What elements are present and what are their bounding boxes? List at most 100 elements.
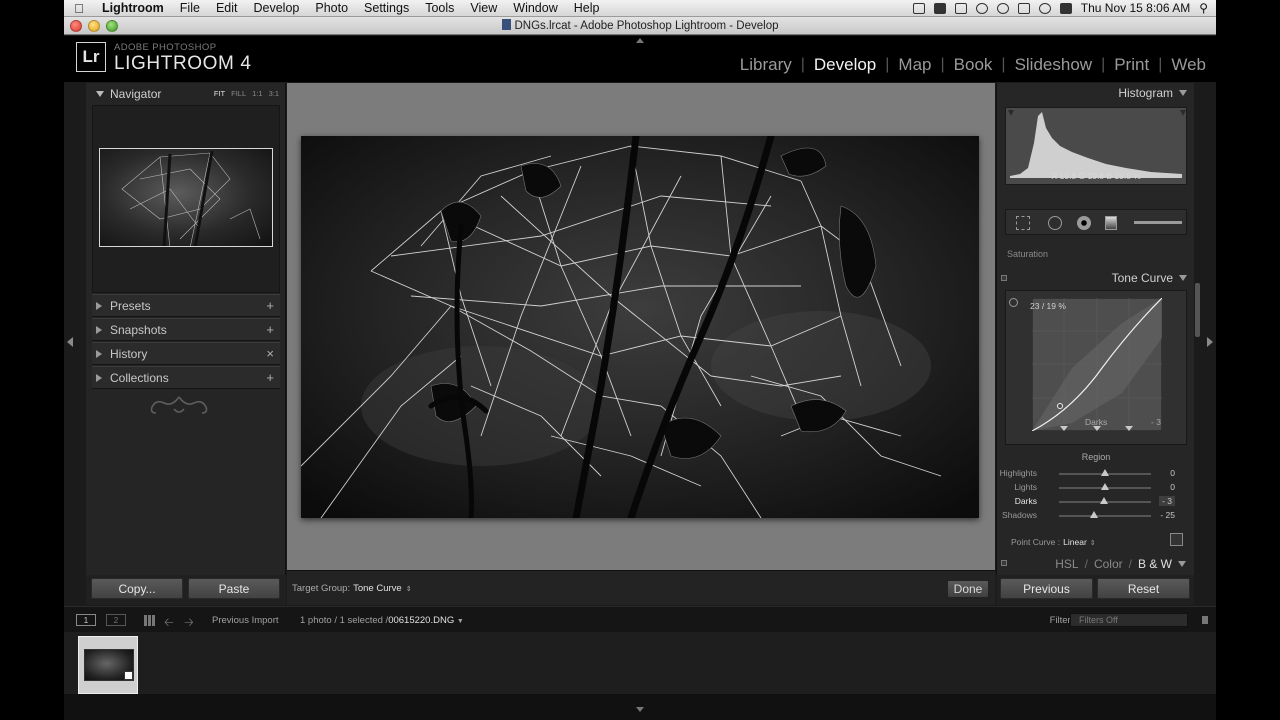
drive-icon[interactable] bbox=[933, 2, 946, 14]
zoom-3-1[interactable]: 3:1 bbox=[269, 89, 279, 98]
target-group[interactable]: Target Group: Tone Curve ⇕ bbox=[292, 583, 412, 594]
module-web[interactable]: Web bbox=[1171, 55, 1206, 75]
reset-button[interactable]: Reset bbox=[1097, 578, 1190, 599]
close-window-button[interactable] bbox=[70, 20, 82, 32]
module-develop[interactable]: Develop bbox=[814, 55, 876, 75]
histogram-header[interactable]: Histogram bbox=[997, 83, 1194, 103]
tab-color[interactable]: Color bbox=[1094, 557, 1123, 571]
saturation-slider[interactable]: Saturation bbox=[1007, 249, 1187, 259]
navigator-thumbnail[interactable] bbox=[99, 148, 273, 247]
filmstrip-source[interactable]: Previous Import bbox=[212, 615, 279, 626]
menu-help[interactable]: Help bbox=[566, 0, 608, 17]
menu-app[interactable]: Lightroom bbox=[94, 0, 172, 17]
menu-tools[interactable]: Tools bbox=[417, 0, 462, 17]
top-panel-toggle-icon[interactable] bbox=[636, 38, 644, 43]
slider-thumb[interactable] bbox=[1089, 511, 1098, 518]
module-library[interactable]: Library bbox=[740, 55, 792, 75]
menu-settings[interactable]: Settings bbox=[356, 0, 417, 17]
shadows-value[interactable]: - 25 bbox=[1160, 510, 1175, 520]
add-preset-button[interactable]: + bbox=[266, 298, 274, 313]
zoom-fit[interactable]: FIT bbox=[214, 89, 225, 98]
slider-thumb[interactable] bbox=[1101, 483, 1109, 490]
snapshots-section[interactable]: Snapshots + bbox=[92, 318, 280, 341]
darks-slider[interactable]: Darks - 3 bbox=[1005, 494, 1187, 508]
navigator-header[interactable]: Navigator FIT FILL 1:1 3:1 bbox=[86, 83, 285, 104]
secondary-display-button[interactable]: 2 bbox=[106, 614, 126, 626]
grid-view-icon[interactable] bbox=[144, 615, 155, 626]
module-slideshow[interactable]: Slideshow bbox=[1015, 55, 1093, 75]
window-controls bbox=[70, 20, 118, 32]
filmstrip-thumbnail[interactable] bbox=[78, 636, 138, 694]
menu-photo[interactable]: Photo bbox=[307, 0, 356, 17]
target-group-value[interactable]: Tone Curve bbox=[353, 583, 402, 594]
presets-section[interactable]: Presets + bbox=[92, 294, 280, 317]
module-print[interactable]: Print bbox=[1114, 55, 1149, 75]
shadows-slider[interactable]: Shadows - 25 bbox=[1002, 508, 1187, 522]
bottom-panel-toggle-icon[interactable] bbox=[636, 707, 644, 712]
back-arrow-icon[interactable]: 🡠 bbox=[164, 613, 174, 634]
filter-lock-icon[interactable] bbox=[1202, 616, 1208, 624]
tab-hsl[interactable]: HSL bbox=[1055, 557, 1078, 571]
hsl-toggle[interactable] bbox=[1001, 560, 1007, 566]
left-panel-toggle-icon[interactable] bbox=[67, 337, 73, 347]
targeted-adjustment-icon[interactable] bbox=[1009, 298, 1018, 307]
highlights-slider[interactable]: Highlights 0 bbox=[1000, 466, 1187, 480]
menu-develop[interactable]: Develop bbox=[246, 0, 308, 17]
slider-thumb[interactable] bbox=[1099, 497, 1108, 504]
point-curve-value[interactable]: Linear bbox=[1063, 537, 1087, 547]
tab-bw[interactable]: B & W bbox=[1138, 557, 1172, 571]
highlights-value[interactable]: 0 bbox=[1170, 468, 1175, 478]
forward-arrow-icon[interactable]: 🡢 bbox=[184, 613, 194, 634]
filmstrip-filename[interactable]: 00615220.DNG bbox=[388, 615, 454, 626]
battery-icon[interactable] bbox=[1059, 2, 1072, 14]
add-collection-button[interactable]: + bbox=[266, 370, 274, 385]
zoom-window-button[interactable] bbox=[106, 20, 118, 32]
photo-preview[interactable] bbox=[301, 136, 979, 518]
right-panel-scrollbar[interactable] bbox=[1195, 283, 1200, 337]
camera-icon[interactable] bbox=[912, 2, 925, 14]
right-panel-toggle-icon[interactable] bbox=[1207, 337, 1213, 347]
spotlight-search-icon[interactable]: ⚲ bbox=[1199, 1, 1208, 15]
tone-curve-graph[interactable] bbox=[1032, 298, 1162, 431]
adjustment-brush-icon[interactable] bbox=[1134, 221, 1182, 224]
point-curve-select[interactable]: Point Curve : Linear ⇕ bbox=[1011, 537, 1096, 547]
minimize-window-button[interactable] bbox=[88, 20, 100, 32]
history-section[interactable]: History × bbox=[92, 342, 280, 365]
wifi-icon[interactable] bbox=[1038, 2, 1051, 14]
zoom-1-1[interactable]: 1:1 bbox=[252, 89, 262, 98]
menu-file[interactable]: File bbox=[172, 0, 208, 17]
evernote-icon[interactable] bbox=[954, 2, 967, 14]
darks-value[interactable]: - 3 bbox=[1159, 496, 1175, 506]
apple-icon[interactable]:  bbox=[64, 1, 94, 16]
slider-thumb[interactable] bbox=[1101, 469, 1109, 476]
collections-section[interactable]: Collections + bbox=[92, 366, 280, 389]
time-machine-icon[interactable] bbox=[996, 2, 1009, 14]
lights-value[interactable]: 0 bbox=[1170, 482, 1175, 492]
tone-curve-header[interactable]: Tone Curve bbox=[997, 268, 1194, 288]
module-map[interactable]: Map bbox=[898, 55, 931, 75]
bluetooth-icon[interactable] bbox=[975, 2, 988, 14]
edit-point-curve-icon[interactable] bbox=[1170, 533, 1183, 546]
menubar-clock[interactable]: Thu Nov 15 8:06 AM bbox=[1081, 1, 1190, 15]
zoom-fill[interactable]: FILL bbox=[231, 89, 246, 98]
volume-icon[interactable] bbox=[1017, 2, 1030, 14]
add-snapshot-button[interactable]: + bbox=[266, 322, 274, 337]
done-button[interactable]: Done bbox=[947, 580, 989, 598]
copy-button[interactable]: Copy... bbox=[91, 578, 183, 599]
menu-window[interactable]: Window bbox=[505, 0, 565, 17]
red-eye-icon[interactable] bbox=[1077, 216, 1091, 230]
crop-tool-icon[interactable] bbox=[1016, 216, 1030, 230]
module-book[interactable]: Book bbox=[954, 55, 993, 75]
menu-view[interactable]: View bbox=[462, 0, 505, 17]
clear-history-button[interactable]: × bbox=[266, 346, 274, 361]
filter-select[interactable]: Filters Off bbox=[1070, 613, 1188, 627]
histogram[interactable]: R 19.8 G 19.8 B 19.8 % bbox=[1005, 107, 1187, 185]
spot-removal-icon[interactable] bbox=[1048, 216, 1062, 230]
slider-track[interactable] bbox=[1059, 515, 1151, 517]
previous-button[interactable]: Previous bbox=[1000, 578, 1093, 599]
menu-edit[interactable]: Edit bbox=[208, 0, 246, 17]
primary-display-button[interactable]: 1 bbox=[76, 614, 96, 626]
graduated-filter-icon[interactable] bbox=[1105, 216, 1117, 230]
lights-slider[interactable]: Lights 0 bbox=[1005, 480, 1187, 494]
paste-button[interactable]: Paste bbox=[188, 578, 280, 599]
